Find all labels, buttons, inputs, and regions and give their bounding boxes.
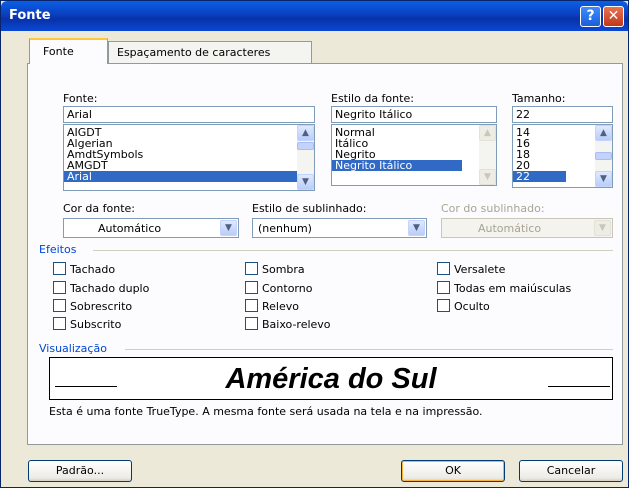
checkbox-box[interactable]	[245, 299, 258, 312]
scroll-down-icon[interactable]: ▼	[297, 174, 314, 190]
scroll-thumb[interactable]	[297, 142, 314, 150]
default-button[interactable]: Padrão...	[28, 460, 132, 482]
chevron-down-icon[interactable]: ▼	[220, 220, 237, 236]
checkbox-sombra[interactable]: Sombra	[245, 262, 305, 278]
size-label: Tamanho:	[512, 92, 566, 105]
style-input-value: Negrito Itálico	[335, 108, 413, 121]
effects-group-label: Efeitos	[39, 243, 77, 256]
checkbox-box[interactable]	[437, 281, 450, 294]
underline-style-value: (nenhum)	[258, 222, 312, 235]
checkbox-tachado-duplo[interactable]: Tachado duplo	[53, 281, 149, 297]
scroll-up-icon[interactable]: ▲	[595, 125, 612, 141]
scroll-up-icon[interactable]: ▲	[479, 125, 496, 141]
font-dialog: Fonte ? ✕ Fonte Espaçamento de caractere…	[0, 0, 629, 488]
dialog-title: Fonte	[9, 8, 51, 23]
list-item[interactable]: AMGDT	[64, 160, 314, 171]
checkbox-label: Sobrescrito	[70, 300, 133, 313]
help-button[interactable]: ?	[580, 6, 601, 27]
size-input[interactable]: 22	[512, 106, 613, 123]
tab-espacamento[interactable]: Espaçamento de caracteres	[108, 41, 312, 64]
font-input-value: Arial	[67, 108, 92, 121]
checkbox-label: Versalete	[454, 263, 506, 276]
checkbox-sobrescrito[interactable]: Sobrescrito	[53, 299, 132, 315]
scroll-down-icon[interactable]: ▼	[595, 171, 612, 187]
font-list[interactable]: AIGDT Algerian AmdtSymbols AMGDT Arial ▲…	[63, 124, 315, 191]
checkbox-box[interactable]	[245, 317, 258, 330]
checkbox-oculto[interactable]: Oculto	[437, 299, 490, 315]
list-item-selected[interactable]: Negrito Itálico	[332, 160, 462, 171]
chevron-down-icon[interactable]: ▼	[408, 220, 425, 236]
checkbox-label: Subscrito	[70, 318, 122, 331]
checkbox-box[interactable]	[53, 262, 66, 275]
font-label: Fonte:	[63, 92, 98, 105]
underline-color-value: Automático	[478, 222, 542, 235]
preview-baseline-right	[548, 386, 610, 387]
font-color-select[interactable]: Automático ▼	[63, 218, 239, 238]
checkbox-box[interactable]	[245, 281, 258, 294]
preview-divider	[125, 349, 613, 350]
chevron-down-icon[interactable]: ▼	[594, 220, 611, 236]
scroll-thumb[interactable]	[595, 152, 612, 160]
underline-style-select[interactable]: (nenhum) ▼	[252, 218, 427, 238]
font-list-scrollbar[interactable]: ▲ ▼	[297, 125, 314, 190]
checkbox-label: Tachado duplo	[70, 282, 150, 295]
checkbox-box[interactable]	[53, 299, 66, 312]
scroll-up-icon[interactable]: ▲	[297, 125, 314, 141]
checkbox-label: Oculto	[454, 300, 490, 313]
underline-style-label: Estilo de sublinhado:	[252, 202, 367, 215]
tab-fonte[interactable]: Fonte	[29, 38, 108, 64]
effects-divider	[93, 250, 613, 251]
close-button[interactable]: ✕	[603, 6, 624, 27]
checkbox-label: Todas em maiúsculas	[454, 282, 572, 295]
underline-color-select[interactable]: Automático ▼	[441, 218, 613, 238]
font-color-value: Automático	[98, 222, 162, 235]
title-bar[interactable]: Fonte ? ✕	[1, 1, 628, 31]
preview-group-label: Visualização	[39, 342, 107, 355]
preview-box: América do Sul	[49, 357, 613, 400]
scroll-down-icon[interactable]: ▼	[479, 169, 496, 185]
close-icon: ✕	[607, 8, 620, 24]
preview-text: América do Sul	[225, 363, 437, 395]
ok-button[interactable]: OK	[401, 460, 505, 482]
checkbox-box[interactable]	[53, 317, 66, 330]
tab-fonte-label: Fonte	[43, 45, 74, 58]
checkbox-baixo-relevo[interactable]: Baixo-relevo	[245, 317, 331, 333]
checkbox-box[interactable]	[437, 299, 450, 312]
default-button-label: Padrão...	[55, 464, 105, 477]
font-input[interactable]: Arial	[63, 106, 315, 123]
size-list[interactable]: 14 16 18 20 22 ▲ ▼	[512, 124, 613, 188]
checkbox-tachado[interactable]: Tachado	[53, 262, 115, 278]
style-input[interactable]: Negrito Itálico	[331, 106, 497, 123]
tab-espacamento-label: Espaçamento de caracteres	[117, 46, 271, 59]
cancel-button[interactable]: Cancelar	[519, 460, 623, 482]
list-item-selected[interactable]: 22	[513, 171, 566, 182]
style-label: Estilo da fonte:	[331, 92, 414, 105]
style-list[interactable]: Normal Itálico Negrito Negrito Itálico ▲…	[331, 124, 497, 186]
size-list-scrollbar[interactable]: ▲ ▼	[595, 125, 612, 187]
checkbox-label: Baixo-relevo	[262, 318, 331, 331]
style-list-scrollbar[interactable]: ▲ ▼	[479, 125, 496, 185]
checkbox-label: Sombra	[262, 263, 305, 276]
checkbox-label: Tachado	[70, 263, 116, 276]
help-icon: ?	[586, 8, 595, 24]
preview-note: Esta é uma fonte TrueType. A mesma fonte…	[49, 405, 483, 418]
checkbox-relevo[interactable]: Relevo	[245, 299, 299, 315]
checkbox-subscrito[interactable]: Subscrito	[53, 317, 121, 333]
ok-button-label: OK	[445, 464, 461, 477]
checkbox-versalete[interactable]: Versalete	[437, 262, 505, 278]
checkbox-box[interactable]	[53, 281, 66, 294]
checkbox-box[interactable]	[437, 262, 450, 275]
checkbox-label: Contorno	[262, 282, 313, 295]
cancel-button-label: Cancelar	[546, 464, 596, 477]
size-input-value: 22	[516, 108, 530, 121]
checkbox-contorno[interactable]: Contorno	[245, 281, 312, 297]
list-item-selected[interactable]: Arial	[64, 171, 314, 182]
font-color-label: Cor da fonte:	[63, 202, 136, 215]
checkbox-todas-maiusculas[interactable]: Todas em maiúsculas	[437, 281, 571, 297]
checkbox-label: Relevo	[262, 300, 299, 313]
underline-color-label: Cor do sublinhado:	[441, 202, 545, 215]
checkbox-box[interactable]	[245, 262, 258, 275]
